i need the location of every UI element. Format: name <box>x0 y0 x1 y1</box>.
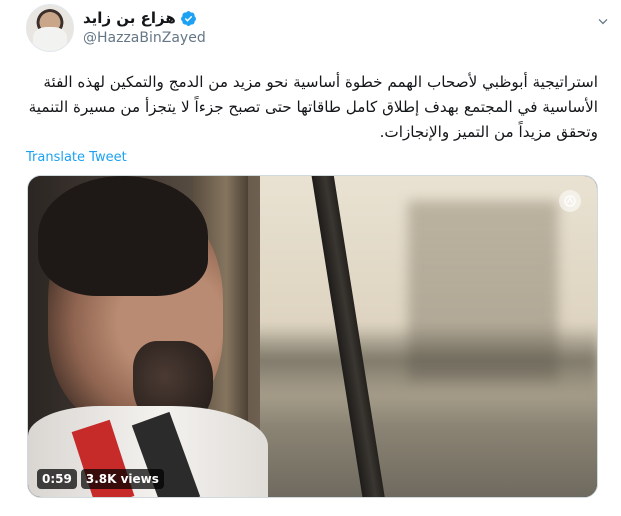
verified-badge-icon <box>180 10 196 26</box>
tweet-card: هزاع بن زايد @HazzaBinZayed استراتيجية أ… <box>0 0 621 516</box>
broadcaster-logo-icon <box>559 190 581 212</box>
author-name-row: هزاع بن زايد <box>83 9 197 27</box>
blurred-trees <box>238 326 597 396</box>
video-player[interactable]: 0:59 3.8K views <box>27 175 598 498</box>
author-handle[interactable]: @HazzaBinZayed <box>83 30 206 46</box>
video-thumbnail <box>28 176 597 497</box>
passenger-hair <box>38 176 208 296</box>
video-views-badge: 3.8K views <box>80 469 164 489</box>
avatar[interactable] <box>26 4 74 52</box>
tweet-text: استراتيجية أبوظبي لأصحاب الهمم خطوة أساس… <box>26 70 598 145</box>
video-overlay-badges: 0:59 3.8K views <box>37 469 164 489</box>
chevron-down-icon[interactable] <box>595 14 611 30</box>
author-display-name[interactable]: هزاع بن زايد <box>83 9 176 27</box>
tweet-text-line: وتحقق مزيداً من التميز والإنجازات. <box>379 123 598 141</box>
avatar-ghutra <box>33 27 67 51</box>
translate-tweet-link[interactable]: Translate Tweet <box>26 150 127 165</box>
tweet-text-line: الأساسية في المجتمع بهدف إطلاق كامل طاقا… <box>28 98 598 116</box>
tweet-text-line: استراتيجية أبوظبي لأصحاب الهمم خطوة أساس… <box>43 73 598 91</box>
video-duration-badge: 0:59 <box>37 469 77 489</box>
